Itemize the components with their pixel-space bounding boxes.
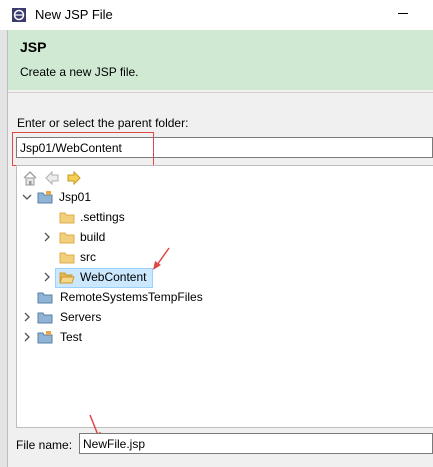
folder-icon (59, 232, 75, 244)
tree-item-remote-systems[interactable]: RemoteSystemsTempFiles (22, 287, 222, 307)
tree-label: build (80, 230, 106, 244)
forward-arrow-icon[interactable] (66, 170, 82, 186)
tree-item-build[interactable]: build (42, 227, 162, 247)
parent-folder-input[interactable] (16, 137, 433, 158)
tree-item-servers[interactable]: Servers (22, 307, 142, 327)
title-bar: New JSP File (0, 0, 433, 30)
parent-folder-label: Enter or select the parent folder: (17, 116, 189, 130)
annotation-arrow-icon (153, 247, 170, 270)
tree-item-jsp01[interactable]: Jsp01 (22, 187, 142, 207)
project-folder-icon (37, 331, 53, 344)
tree-label: Jsp01 (59, 190, 92, 204)
folder-open-icon (59, 272, 75, 284)
tree-label: RemoteSystemsTempFiles (60, 290, 203, 304)
tree-item-settings[interactable]: .settings (42, 207, 162, 227)
chevron-right-icon[interactable] (22, 307, 32, 327)
folder-icon (59, 212, 75, 224)
project-folder-icon (37, 191, 53, 204)
chevron-down-icon[interactable] (22, 187, 32, 207)
back-arrow-icon[interactable] (44, 170, 60, 186)
banner-divider (8, 92, 433, 93)
tree-item-src[interactable]: src (42, 247, 162, 267)
tree-label: Test (60, 330, 83, 344)
file-name-input[interactable] (79, 433, 433, 454)
banner-description: Create a new JSP file. (20, 65, 139, 79)
chevron-right-icon[interactable] (42, 267, 52, 287)
chevron-right-icon[interactable] (42, 227, 52, 247)
tree-item-test[interactable]: Test (22, 327, 142, 347)
background-window-edge (0, 30, 8, 467)
wizard-banner: JSP Create a new JSP file. (8, 30, 433, 90)
minimize-icon[interactable] (398, 13, 408, 14)
eclipse-app-icon (12, 8, 26, 22)
tree-label: WebContent (80, 270, 147, 284)
chevron-right-icon[interactable] (22, 327, 32, 347)
tree-label: .settings (80, 210, 125, 224)
banner-title: JSP (20, 39, 47, 55)
tree-item-webcontent[interactable]: WebContent (42, 267, 162, 287)
file-name-label: File name: (16, 438, 73, 452)
project-folder-icon (37, 292, 53, 304)
folder-icon (59, 252, 75, 264)
tree-label: src (80, 250, 96, 264)
home-icon[interactable] (22, 170, 38, 186)
window-title: New JSP File (35, 7, 113, 22)
tree-label: Servers (60, 310, 102, 324)
project-folder-icon (37, 312, 53, 324)
